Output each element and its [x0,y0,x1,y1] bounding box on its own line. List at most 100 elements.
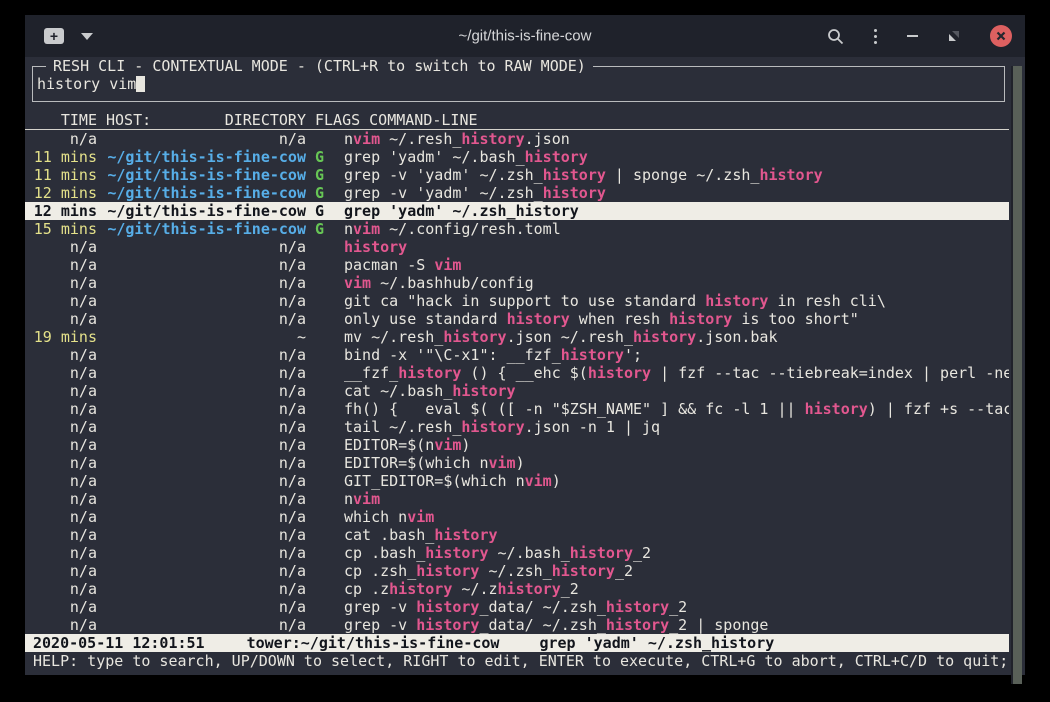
row-command: cp .zhistory ~/.zhistory_2 [344,580,1009,598]
history-row[interactable]: n/an/a__fzf_history () { __ehc $(history… [25,364,1009,382]
history-row[interactable]: n/an/afh() { eval $( ([ -n "$ZSH_NAME" ]… [25,400,1009,418]
minimize-icon[interactable] [907,35,918,37]
row-directory: n/a [106,454,306,472]
header-flags: FLAGS [315,111,360,129]
row-directory: n/a [106,472,306,490]
search-box: RESH CLI - CONTEXTUAL MODE - (CTRL+R to … [32,66,1005,102]
row-time: n/a [33,562,97,580]
history-row[interactable]: n/an/ahistory [25,238,1009,256]
history-row[interactable]: n/an/acp .bash_history ~/.bash_history_2 [25,544,1009,562]
history-row[interactable]: n/an/avim ~/.bashhub/config [25,274,1009,292]
history-table: TIME HOST: DIRECTORY FLAGS COMMAND-LINE … [25,111,1009,634]
row-directory: n/a [106,562,306,580]
history-row[interactable]: n/an/agrep -v history_data/ ~/.zsh_histo… [25,616,1009,634]
row-command: EDITOR=$(which nvim) [344,454,1009,472]
restore-icon[interactable] [948,30,960,42]
row-time: n/a [33,418,97,436]
history-row[interactable]: n/a n/a tail ~/.resh_history.json -n 1 | j… [25,418,1009,436]
history-row[interactable]: n/a n/a cp .zhistory ~/.zhistory_2 [25,580,1009,598]
row-time: n/a [33,274,97,292]
history-row[interactable]: n/an/acat .bash_history [25,526,1009,544]
row-directory: n/a [106,436,306,454]
new-tab-icon[interactable]: + [44,28,64,44]
row-command: cat ~/.bash_history [344,382,1009,400]
titlebar[interactable]: + ~/git/this-is-fine-cow [25,15,1025,57]
history-rows: n/an/anvim ~/.resh_history.json 11 mins~/… [25,130,1009,634]
table-header: TIME HOST: DIRECTORY FLAGS COMMAND-LINE [25,111,1009,130]
row-command: cp .bash_history ~/.bash_history_2 [344,544,1009,562]
row-time: n/a [33,616,97,634]
row-command: git ca "hack in support to use standard … [344,292,1009,310]
row-command: grep 'yadm' ~/.bash_history [344,148,1009,166]
history-row[interactable]: n/an/aGIT_EDITOR=$(which nvim) [25,472,1009,490]
row-command: nvim [344,490,1009,508]
history-row[interactable]: n/an/anvim [25,490,1009,508]
row-directory: n/a [106,616,306,634]
history-row[interactable]: 11 mins~/git/this-is-fine-cowGgrep -v 'y… [25,166,1009,184]
row-time: 19 mins [33,328,97,346]
history-row[interactable]: n/an/agrep -v history_data/ ~/.zsh_histo… [25,598,1009,616]
help-line: HELP: type to search, UP/DOWN to select,… [25,652,1009,670]
row-command: grep -v 'yadm' ~/.zsh_history | sponge ~… [344,166,1009,184]
menu-kebab-icon[interactable] [874,29,877,44]
row-flags: G [315,148,325,166]
window-title: ~/git/this-is-fine-cow [459,28,592,45]
row-time: 12 mins [33,202,97,220]
row-flags: G [315,184,325,202]
search-icon[interactable] [827,28,844,45]
row-command: history [344,238,1009,256]
history-row[interactable]: 19 mins~mv ~/.resh_history.json ~/.resh_… [25,328,1009,346]
terminal-content: RESH CLI - CONTEXTUAL MODE - (CTRL+R to … [25,66,1025,684]
row-time: n/a [33,454,97,472]
row-directory: n/a [106,238,306,256]
status-date: 2020-05-11 12:01:51 [33,634,205,652]
row-directory: n/a [106,130,306,148]
row-flags: G [315,202,325,220]
header-host: HOST: [106,111,151,129]
history-row[interactable]: 12 mins~/git/this-is-fine-cowGgrep 'yadm… [25,202,1009,220]
row-directory: n/a [106,292,306,310]
text-cursor [136,76,145,92]
row-flags: G [315,220,325,238]
history-row[interactable]: n/an/apacman -S vim [25,256,1009,274]
row-directory: ~/git/this-is-fine-cow [106,220,306,238]
row-directory: n/a [106,382,306,400]
header-host-directory: HOST: DIRECTORY [106,111,306,129]
row-command: cat .bash_history [344,526,1009,544]
row-directory: ~/git/this-is-fine-cow [106,148,306,166]
search-box-title: RESH CLI - CONTEXTUAL MODE - (CTRL+R to … [46,57,593,75]
history-row[interactable]: n/a n/a EDITOR=$(which nvim) [25,454,1009,472]
row-time: n/a [33,580,97,598]
row-directory: n/a [106,508,306,526]
history-row[interactable]: 15 mins~/git/this-is-fine-cowGnvim ~/.co… [25,220,1009,238]
row-directory: n/a [106,580,306,598]
header-time: TIME [33,111,97,129]
history-row[interactable]: n/an/aonly use standard history when res… [25,310,1009,328]
row-directory: ~/git/this-is-fine-cow [106,166,306,184]
history-row[interactable]: n/an/abind -x '"\C-x1": __fzf_history'; [25,346,1009,364]
row-command: mv ~/.resh_history.json ~/.resh_history.… [344,328,1009,346]
row-command: bind -x '"\C-x1": __fzf_history'; [344,346,1009,364]
history-row[interactable]: 12 mins~/git/this-is-fine-cowGgrep -v 'y… [25,184,1009,202]
close-icon[interactable] [990,25,1012,47]
history-row[interactable]: 11 mins~/git/this-is-fine-cowGgrep 'yadm… [25,148,1009,166]
history-row[interactable]: n/an/anvim ~/.resh_history.json [25,130,1009,148]
row-command: fh() { eval $( ([ -n "$ZSH_NAME" ] && fc… [344,400,1009,418]
history-row[interactable]: n/an/agit ca "hack in support to use sta… [25,292,1009,310]
row-command: tail ~/.resh_history.json -n 1 | jq [344,418,1009,436]
history-row[interactable]: n/an/awhich nvim [25,508,1009,526]
search-query-text: history vim [37,75,136,93]
row-command: cp .zsh_history ~/.zsh_history_2 [344,562,1009,580]
scrollbar[interactable] [1011,66,1022,684]
row-time: n/a [33,526,97,544]
history-row[interactable]: n/an/acat ~/.bash_history [25,382,1009,400]
row-directory: n/a [106,418,306,436]
tab-dropdown-caret[interactable] [81,33,93,40]
row-command: which nvim [344,508,1009,526]
history-row[interactable]: n/a n/a cp .zsh_history ~/.zsh_history_2 [25,562,1009,580]
row-time: 15 mins [33,220,97,238]
row-time: n/a [33,346,97,364]
row-directory: ~/git/this-is-fine-cow [106,202,306,220]
status-command: grep 'yadm' ~/.zsh_history [539,634,774,652]
history-row[interactable]: n/an/aEDITOR=$(nvim) [25,436,1009,454]
